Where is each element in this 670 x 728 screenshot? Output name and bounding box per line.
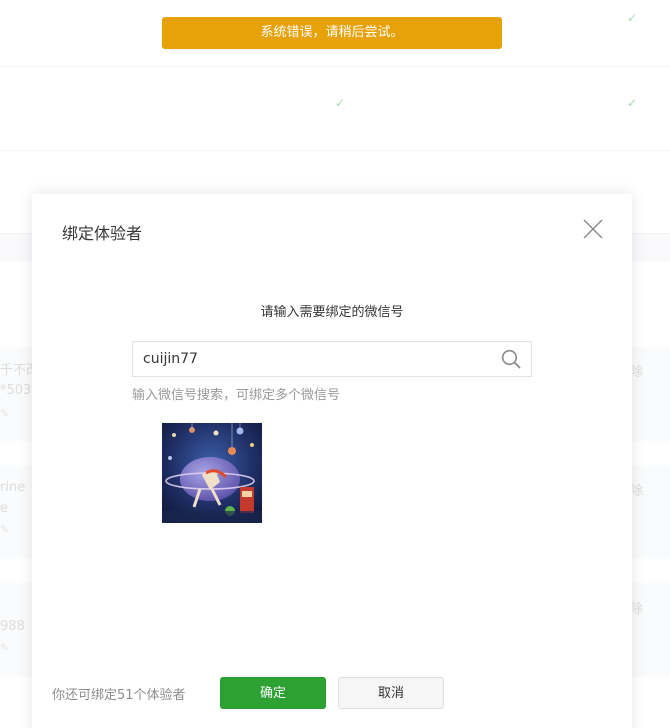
search-box — [132, 341, 532, 377]
confirm-button[interactable]: 确定 — [220, 677, 326, 709]
page: ✓ ✓ ✓ 千不改 *503 ✎ 除 rine e ✎ 除 988 ✎ 除 系统… — [0, 0, 670, 728]
error-toast: 系统错误，请稍后尝试。 — [162, 17, 502, 49]
search-prompt: 请输入需要绑定的微信号 — [260, 305, 404, 320]
bind-tester-dialog: 绑定体验者 请输入需要绑定的微信号 输入微信号搜索，可绑定多个微信号 — [32, 194, 632, 728]
dialog-title: 绑定体验者 — [62, 224, 143, 243]
search-icon[interactable] — [501, 349, 521, 369]
remaining-count-note: 你还可绑定51个体验者 — [52, 688, 186, 703]
search-result-avatar[interactable] — [162, 423, 262, 523]
search-hint: 输入微信号搜索，可绑定多个微信号 — [132, 388, 341, 403]
avatar-image — [162, 423, 262, 523]
search-input[interactable] — [143, 342, 483, 376]
cancel-button[interactable]: 取消 — [338, 677, 444, 709]
close-icon[interactable] — [582, 218, 604, 240]
